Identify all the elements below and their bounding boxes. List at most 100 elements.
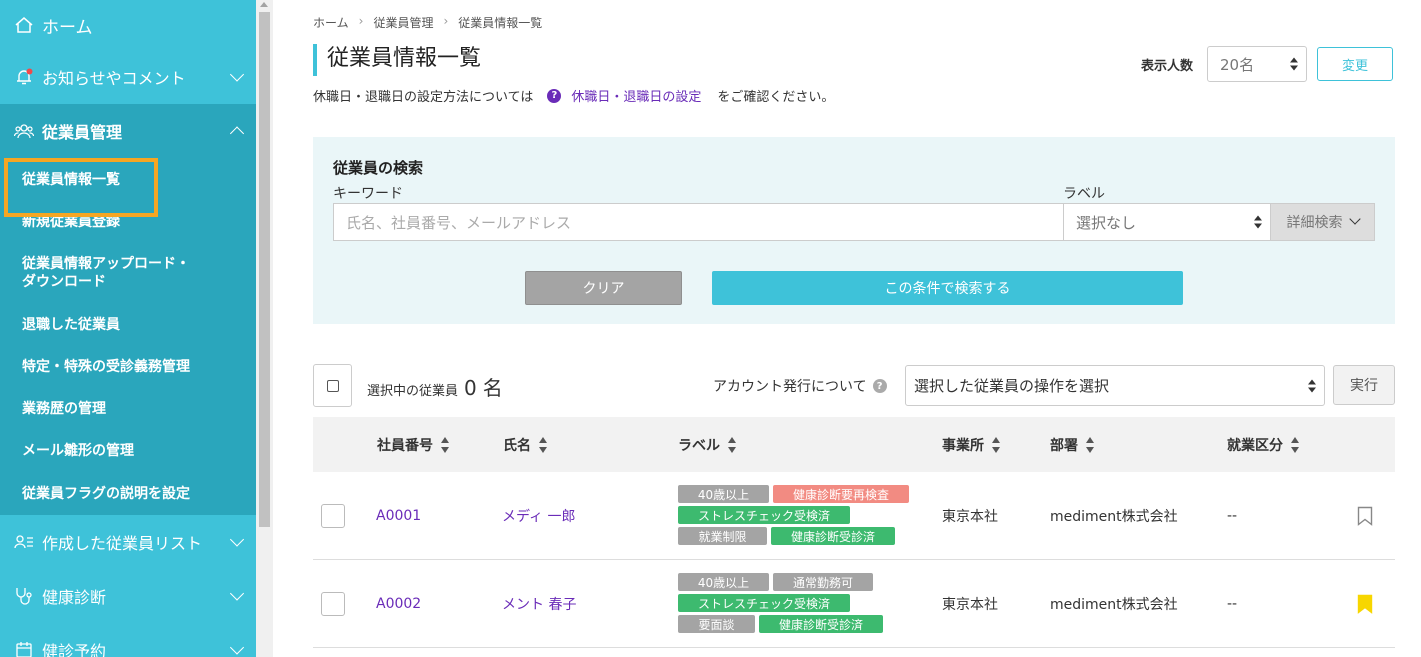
breadcrumb-home[interactable]: ホーム — [313, 14, 349, 31]
sort-icon[interactable] — [728, 436, 736, 453]
department-cell: mediment株式会社 — [1050, 509, 1178, 525]
chevron-down-icon — [229, 67, 245, 82]
nav-health-check[interactable]: 健康診断 — [0, 569, 256, 623]
clear-button[interactable]: クリア — [525, 271, 682, 305]
submenu-mail-templates[interactable]: メール雛形の管理 — [0, 429, 256, 471]
nav-reservation-label: 健診予約 — [42, 642, 107, 657]
checkbox-box — [326, 379, 339, 392]
header-label: 事業所 — [942, 437, 984, 454]
employee-name-link[interactable]: メディ 一郎 — [502, 472, 575, 560]
nav-home[interactable]: ホーム — [0, 0, 256, 50]
nav-created-lists-label: 作成した従業員リスト — [42, 534, 203, 553]
header-department[interactable]: 部署 — [1050, 417, 1094, 472]
bookmark-outline-icon[interactable] — [1357, 506, 1373, 526]
sort-icon[interactable] — [992, 436, 1000, 453]
sort-icon[interactable] — [1291, 436, 1299, 453]
nav-notices-label: お知らせやコメント — [42, 69, 186, 88]
header-employee-id[interactable]: 社員番号 — [377, 417, 449, 472]
header-office[interactable]: 事業所 — [942, 417, 1000, 472]
run-button[interactable]: 実行 — [1333, 365, 1395, 405]
submenu-employee-list[interactable]: 従業員情報一覧 — [0, 158, 256, 217]
sort-icon[interactable] — [539, 436, 547, 453]
department-cell: mediment株式会社 — [1050, 597, 1178, 613]
employee-id-link[interactable]: A0002 — [376, 560, 421, 648]
submenu-label-line1: 従業員情報アップロード・ — [22, 255, 190, 272]
submenu-employee-flags[interactable]: 従業員フラグの説明を設定 — [0, 471, 256, 515]
bookmark-filled-icon[interactable] — [1357, 594, 1373, 614]
label-tag: ストレスチェック受検済 — [678, 506, 850, 524]
breadcrumb-current: 従業員情報一覧 — [458, 16, 543, 30]
operation-select[interactable]: 選択した従業員の操作を選択 — [905, 365, 1325, 406]
selected-count-number: 0 — [464, 376, 477, 400]
submenu-label: 従業員フラグの説明を設定 — [22, 486, 190, 502]
table-row: A0002 メント 春子 40歳以上 通常勤務可 ストレスチェック受検済 要面談… — [313, 560, 1395, 648]
bell-icon — [14, 67, 34, 87]
label-tag: 健康診断受診済 — [759, 615, 883, 633]
submenu-upload-download[interactable]: 従業員情報アップロード・ ダウンロード — [0, 242, 256, 303]
submenu-retired[interactable]: 退職した従業員 — [0, 303, 256, 345]
employee-id-link[interactable]: A0001 — [376, 472, 421, 560]
nav-created-lists[interactable]: 作成した従業員リスト — [0, 515, 256, 569]
select-arrows-icon — [1254, 215, 1262, 229]
main-content: ホーム › 従業員管理 › 従業員情報一覧 従業員情報一覧 休職日・退職日の設定… — [273, 0, 1421, 657]
stethoscope-icon — [14, 586, 34, 606]
submenu-label: 従業員情報一覧 — [22, 172, 120, 188]
employee-submenu: 従業員情報一覧 新規従業員登録 従業員情報アップロード・ ダウンロード 退職した従… — [0, 158, 256, 515]
nav-health-check-label: 健康診断 — [42, 588, 107, 607]
chevron-up-icon — [229, 126, 245, 141]
select-all-checkbox[interactable] — [313, 364, 352, 407]
nav-home-label: ホーム — [42, 17, 93, 38]
notice-prefix: 休職日・退職日の設定方法については — [313, 90, 534, 105]
row-checkbox[interactable] — [321, 592, 345, 616]
nav-notices[interactable]: お知らせやコメント — [0, 50, 256, 104]
label-tag: 健康診断要再検査 — [773, 485, 909, 503]
user-list-icon — [14, 532, 34, 552]
label-select[interactable]: 選択なし — [1063, 203, 1271, 241]
submenu-work-history[interactable]: 業務歴の管理 — [0, 387, 256, 429]
question-icon: ? — [547, 88, 562, 103]
selected-count-label: 選択中の従業員 — [367, 384, 459, 399]
label-tag: 健康診断受診済 — [771, 527, 895, 545]
notice-link[interactable]: 休職日・退職日の設定 — [571, 86, 701, 105]
breadcrumb-employee-mgmt[interactable]: 従業員管理 — [373, 14, 433, 31]
select-arrows-icon — [1308, 379, 1316, 392]
display-change-button[interactable]: 変更 — [1317, 47, 1394, 81]
selected-count-unit: 名 — [482, 376, 503, 400]
employment-cell: -- — [1227, 508, 1238, 524]
header-label: 氏名 — [503, 437, 531, 454]
row-checkbox[interactable] — [321, 504, 345, 528]
nav-employee-mgmt-label: 従業員管理 — [42, 123, 123, 142]
label-tag: ストレスチェック受検済 — [678, 594, 850, 612]
header-name[interactable]: 氏名 — [503, 417, 547, 472]
account-info[interactable]: アカウント発行について ? — [713, 376, 887, 396]
nav-reservation[interactable]: 健診予約 — [0, 623, 256, 657]
sidebar-scrollbar[interactable] — [256, 0, 273, 657]
advanced-search-button[interactable]: 詳細検索 — [1270, 203, 1375, 241]
submenu-special-exam[interactable]: 特定・特殊の受診義務管理 — [0, 345, 256, 387]
scroll-up-icon[interactable] — [260, 2, 268, 7]
operation-select-value: 選択した従業員の操作を選択 — [914, 377, 1110, 395]
submenu-label: 退職した従業員 — [22, 317, 120, 333]
sort-icon[interactable] — [441, 436, 449, 453]
header-label-col[interactable]: ラベル — [678, 417, 736, 472]
label-tag: 40歳以上 — [678, 485, 769, 503]
selected-count: 選択中の従業員 0 名 — [367, 372, 503, 401]
employee-name-link[interactable]: メント 春子 — [502, 560, 576, 648]
home-icon — [14, 15, 34, 35]
display-count-label: 表示人数 — [1141, 58, 1194, 74]
bulk-action-bar: 選択中の従業員 0 名 アカウント発行について ? 選択した従業員の操作を選択 … — [313, 364, 1395, 408]
label-tag: 通常勤務可 — [773, 573, 873, 591]
label-select-value: 選択なし — [1076, 213, 1137, 232]
header-employment[interactable]: 就業区分 — [1227, 417, 1299, 472]
label-tag: 就業制限 — [678, 527, 767, 545]
keyword-input[interactable]: 氏名、社員番号、メールアドレス — [333, 203, 1064, 241]
help-icon[interactable]: ? — [872, 379, 887, 393]
display-count-select[interactable]: 20名 — [1207, 46, 1308, 82]
scrollbar-thumb[interactable] — [259, 12, 270, 527]
search-submit-button[interactable]: この条件で検索する — [712, 271, 1183, 305]
calendar-icon — [14, 640, 34, 657]
nav-employee-mgmt[interactable]: 従業員管理 — [0, 104, 256, 158]
display-count-value: 20名 — [1220, 55, 1255, 74]
sort-icon[interactable] — [1086, 436, 1094, 453]
chevron-down-icon — [229, 640, 245, 655]
